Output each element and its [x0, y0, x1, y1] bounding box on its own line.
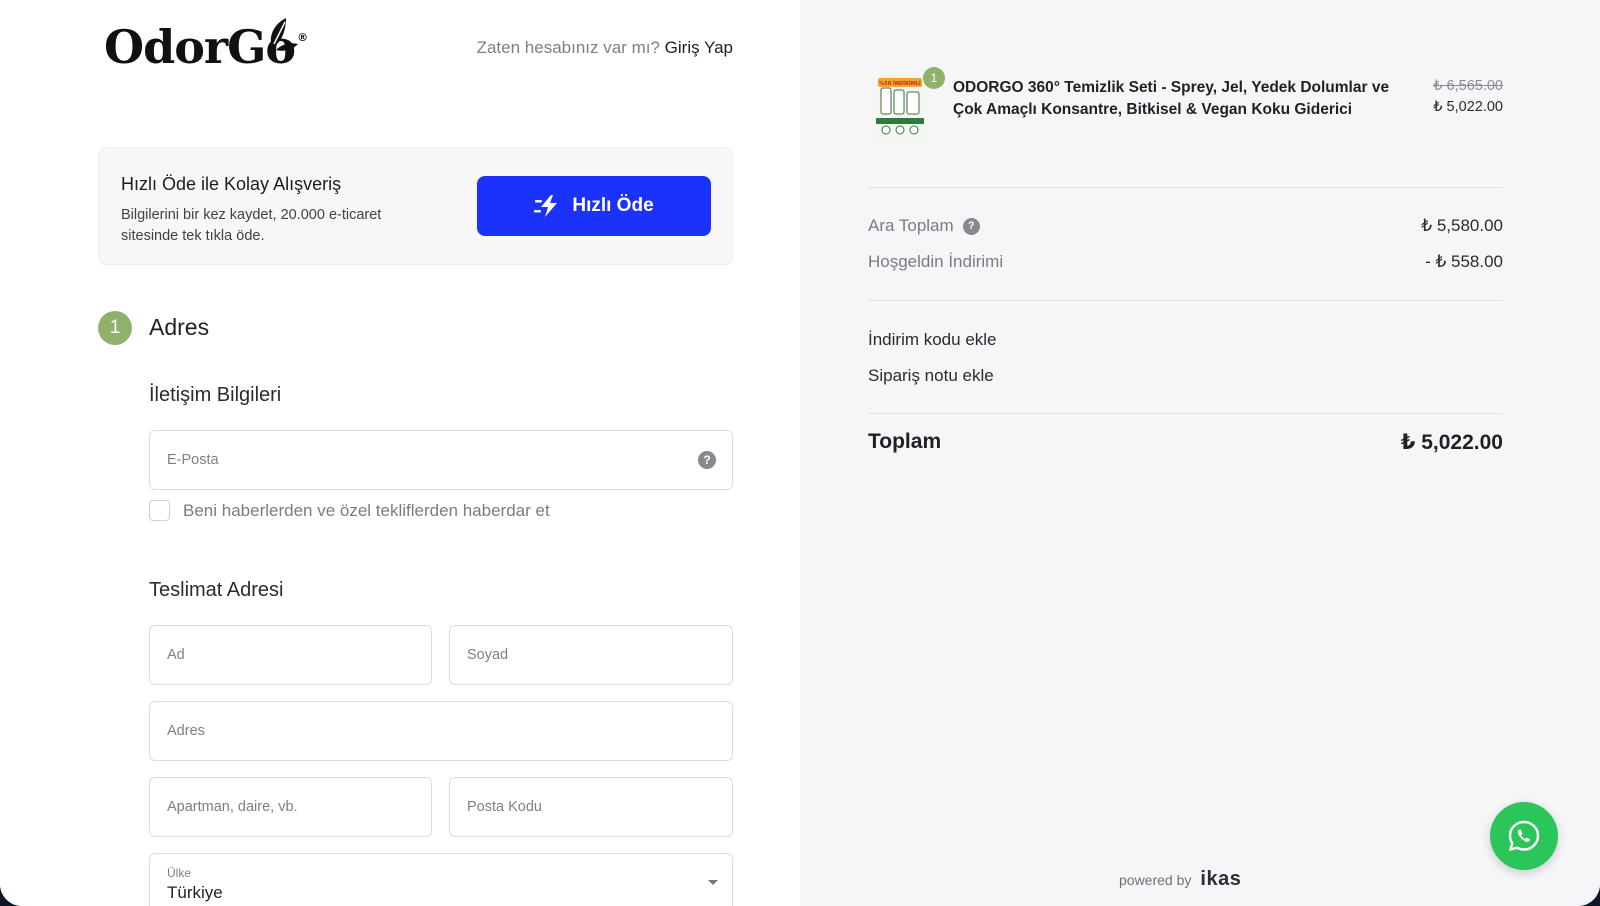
last-name-input[interactable]: Soyad: [449, 625, 733, 685]
product-name: ODORGO 360° Temizlik Seti - Sprey, Jel, …: [953, 79, 1390, 118]
step-title: Adres: [149, 314, 210, 340]
discount-value: - ₺ 558.00: [1425, 252, 1503, 271]
country-value: Türkiye: [167, 883, 223, 902]
fastpay-box: Hızlı Öde ile Kolay Alışveriş Bilgilerin…: [98, 147, 733, 265]
login-prompt: Zaten hesabınız var mı?: [476, 38, 660, 57]
add-discount-code-link[interactable]: İndirim kodu ekle: [868, 330, 997, 350]
apartment-input[interactable]: Apartman, daire, vb.: [149, 777, 432, 837]
first-name-input[interactable]: Ad: [149, 625, 432, 685]
fastpay-title: Hızlı Öde ile Kolay Alışveriş: [121, 174, 342, 194]
discount-label: Hoşgeldin İndirimi: [868, 252, 1003, 272]
divider: [868, 413, 1503, 414]
delivery-section-title: Teslimat Adresi: [149, 579, 284, 601]
whatsapp-icon: [1508, 820, 1540, 852]
postal-code-input[interactable]: Posta Kodu: [449, 777, 733, 837]
product-thumb-banner: %50 İNDİRİMLİ: [879, 80, 921, 87]
subtotal-label-row: Ara Toplam ?: [868, 216, 980, 236]
add-order-note-link[interactable]: Sipariş notu ekle: [868, 366, 994, 386]
subtotal-value: ₺ 5,580.00: [1421, 216, 1503, 235]
apartment-placeholder: Apartman, daire, vb.: [167, 799, 298, 815]
address-placeholder: Adres: [167, 723, 205, 739]
product-price-new: ₺ 5,022.00: [1433, 99, 1503, 115]
step-number-badge: 1: [98, 311, 132, 345]
login-link[interactable]: Giriş Yap: [665, 38, 733, 57]
contact-section-title: İletişim Bilgileri: [149, 384, 282, 406]
whatsapp-button[interactable]: [1490, 802, 1558, 870]
fastpay-description: Bilgilerini bir kez kaydet, 20.000 e-tic…: [121, 207, 382, 244]
quantity-badge: 1: [923, 67, 945, 89]
last-name-placeholder: Soyad: [467, 647, 509, 663]
fastpay-button[interactable]: Hızlı Öde: [477, 176, 711, 236]
login-row: Zaten hesabınız var mı? Giriş Yap: [477, 38, 733, 58]
country-select[interactable]: Ülke Türkiye: [149, 853, 733, 906]
chevron-down-icon: [708, 880, 718, 885]
subtotal-help-icon[interactable]: ?: [962, 217, 980, 235]
total-value: ₺ 5,022.00: [1400, 431, 1503, 454]
newsletter-row: Beni haberlerden ve özel tekliflerden ha…: [149, 500, 550, 521]
first-name-placeholder: Ad: [167, 647, 185, 663]
email-placeholder: E-Posta: [167, 452, 219, 468]
powered-by-text: powered by: [1119, 871, 1192, 888]
ikas-logo: ikas: [1200, 868, 1242, 890]
checkout-page: OdorGo ® Zaten hesabınız var mı? Giriş Y…: [0, 0, 1600, 906]
postal-code-placeholder: Posta Kodu: [467, 799, 542, 815]
subtotal-label: Ara Toplam: [868, 216, 954, 235]
fastpay-button-label: Hızlı Öde: [572, 195, 654, 216]
country-label: Ülke: [167, 866, 192, 880]
newsletter-checkbox[interactable]: [149, 500, 170, 521]
newsletter-label[interactable]: Beni haberlerden ve özel tekliflerden ha…: [183, 501, 550, 521]
lightning-icon: [534, 195, 558, 217]
divider: [868, 300, 1503, 301]
email-input[interactable]: E-Posta ?: [149, 430, 733, 490]
product-thumbnail: %50 İNDİRİMLİ: [872, 74, 928, 142]
help-icon[interactable]: ?: [698, 451, 716, 469]
brand-logo[interactable]: OdorGo ®: [104, 18, 308, 74]
address-input[interactable]: Adres: [149, 701, 733, 761]
checkout-form-panel: OdorGo ® Zaten hesabınız var mı? Giriş Y…: [0, 0, 800, 906]
product-image: %50 İNDİRİMLİ: [872, 74, 928, 142]
discount-label-text: Hoşgeldin İndirimi: [868, 252, 1004, 271]
total-label: Toplam: [868, 430, 942, 453]
powered-by[interactable]: powered by ikas: [1119, 868, 1241, 891]
leaf-icon: [270, 18, 298, 51]
divider: [868, 187, 1503, 188]
product-price-old: ₺ 6,565.00: [1433, 78, 1503, 94]
